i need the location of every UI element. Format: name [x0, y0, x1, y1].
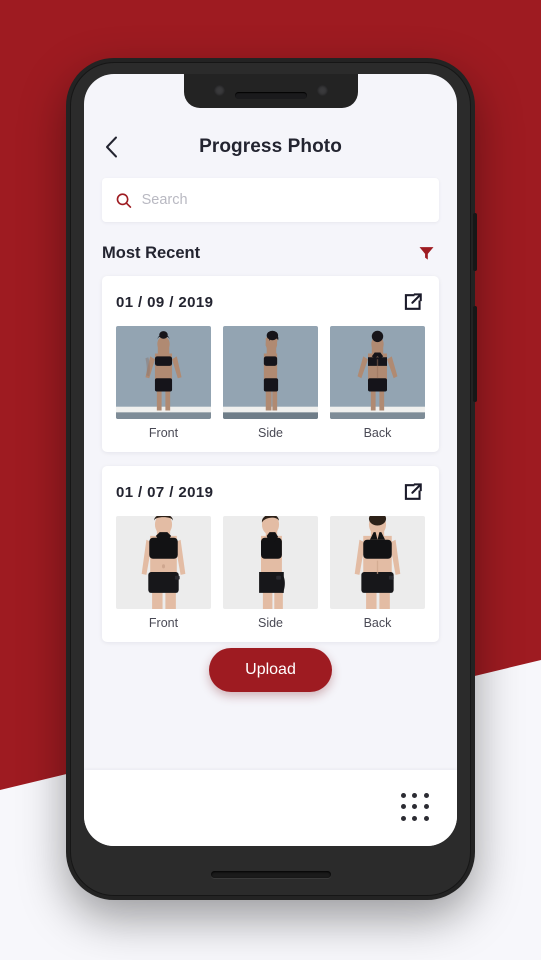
photo-label: Back — [363, 426, 392, 440]
section-header: Most Recent — [84, 222, 457, 276]
photo-cell: Back — [330, 516, 425, 630]
grid-dot — [423, 804, 429, 810]
photo-card[interactable]: 01 / 09 / 2019 Front Side Back — [102, 276, 439, 452]
power-button[interactable] — [473, 213, 477, 271]
app-root: Progress Photo Search Most Recent 01 / 0… — [84, 74, 457, 846]
progress-photo-back[interactable] — [330, 326, 425, 419]
photo-side-image — [223, 326, 318, 419]
card-header: 01 / 09 / 2019 — [116, 290, 425, 314]
filter-funnel-icon — [419, 246, 433, 260]
filter-button[interactable] — [413, 240, 439, 266]
upload-container: Upload — [84, 648, 457, 692]
grid-dot — [401, 815, 406, 821]
photo-label: Side — [257, 426, 284, 440]
phone-device-frame: Progress Photo Search Most Recent 01 / 0… — [66, 58, 477, 900]
photo-label: Back — [363, 616, 392, 630]
card-header: 01 / 07 / 2019 — [116, 480, 425, 504]
progress-photo-side[interactable] — [223, 516, 318, 609]
share-icon — [404, 483, 422, 500]
card-date: 01 / 09 / 2019 — [116, 293, 214, 311]
progress-photo-back[interactable] — [330, 516, 425, 609]
photo-label: Side — [257, 616, 284, 630]
grid-dot — [423, 815, 429, 821]
search-field[interactable] — [102, 178, 439, 222]
front-camera-secondary-icon — [316, 85, 328, 96]
grid-dot — [401, 793, 406, 798]
page-title: Progress Photo — [199, 136, 342, 157]
volume-button[interactable] — [473, 306, 477, 402]
section-title: Most Recent — [102, 243, 201, 262]
photo-front-image — [116, 326, 211, 419]
photo-cell: Front — [116, 326, 211, 440]
grid-dot — [412, 793, 418, 798]
grid-dots-icon[interactable] — [399, 791, 433, 825]
grid-dot — [412, 815, 418, 821]
photo-row: Front Side Back — [116, 516, 425, 630]
progress-photo-front[interactable] — [116, 326, 211, 419]
card-date: 01 / 07 / 2019 — [116, 483, 214, 501]
search-icon — [116, 192, 132, 208]
share-button[interactable] — [401, 290, 425, 314]
photo-cell: Side — [223, 326, 318, 440]
photo-row: Front Side Back — [116, 326, 425, 440]
photo-back-image — [330, 516, 425, 609]
photo-cell: Front — [116, 516, 211, 630]
photo-cell: Back — [330, 326, 425, 440]
photo-card[interactable]: 01 / 07 / 2019 Front Side Back — [102, 466, 439, 642]
share-button[interactable] — [401, 480, 425, 504]
photo-side-image — [223, 516, 318, 609]
upload-button[interactable]: Upload — [209, 648, 332, 692]
scene: Progress Photo Search Most Recent 01 / 0… — [0, 0, 541, 960]
bottom-navigation-bar — [84, 770, 457, 846]
chevron-left-icon — [105, 136, 117, 158]
scroll-area[interactable]: Progress Photo Search Most Recent 01 / 0… — [84, 74, 457, 770]
speaker-grille — [210, 871, 331, 878]
earpiece-speaker — [234, 92, 307, 99]
progress-photo-front[interactable] — [116, 516, 211, 609]
progress-photo-side[interactable] — [223, 326, 318, 419]
app-bar: Progress Photo — [84, 120, 457, 174]
phone-screen: Progress Photo Search Most Recent 01 / 0… — [84, 74, 457, 846]
grid-dot — [423, 793, 429, 798]
photo-cell: Side — [223, 516, 318, 630]
search-container — [84, 174, 457, 222]
phone-notch — [183, 74, 358, 108]
share-icon — [404, 293, 422, 310]
photo-label: Front — [148, 426, 179, 440]
search-input[interactable] — [141, 192, 425, 208]
photo-label: Front — [148, 616, 179, 630]
photo-front-image — [116, 516, 211, 609]
grid-dot — [401, 804, 406, 810]
grid-dot — [412, 804, 418, 810]
back-button[interactable] — [94, 130, 128, 164]
photo-back-image — [330, 326, 425, 419]
front-camera-icon — [213, 85, 225, 96]
